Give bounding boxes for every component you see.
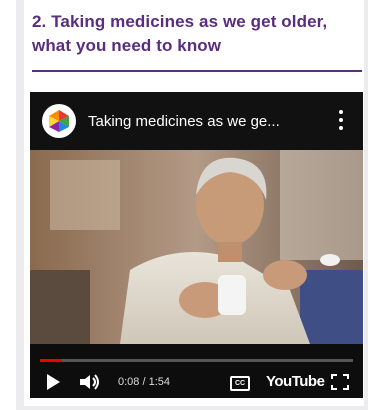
play-icon[interactable] [46, 374, 60, 390]
video-controls: 0:08 / 1:54 CC YouTube [30, 344, 363, 398]
channel-logo-icon[interactable] [42, 104, 76, 138]
time-display: 0:08 / 1:54 [118, 376, 170, 388]
video-top-bar: Taking medicines as we ge... [30, 92, 363, 150]
captions-icon[interactable]: CC [230, 376, 250, 391]
video-player[interactable]: Taking medicines as we ge... 0:08 / 1:54… [30, 92, 363, 398]
heading-divider [32, 70, 362, 72]
video-title[interactable]: Taking medicines as we ge... [88, 113, 328, 130]
video-thumbnail[interactable] [30, 150, 363, 344]
progress-bar[interactable] [40, 359, 353, 362]
youtube-logo[interactable]: YouTube [266, 373, 325, 390]
volume-icon[interactable] [80, 374, 102, 390]
fullscreen-icon[interactable] [331, 374, 349, 390]
section-heading: 2. Taking medicines as we get older, wha… [32, 12, 328, 55]
more-vert-icon[interactable] [339, 110, 343, 130]
progress-fill [40, 359, 62, 362]
